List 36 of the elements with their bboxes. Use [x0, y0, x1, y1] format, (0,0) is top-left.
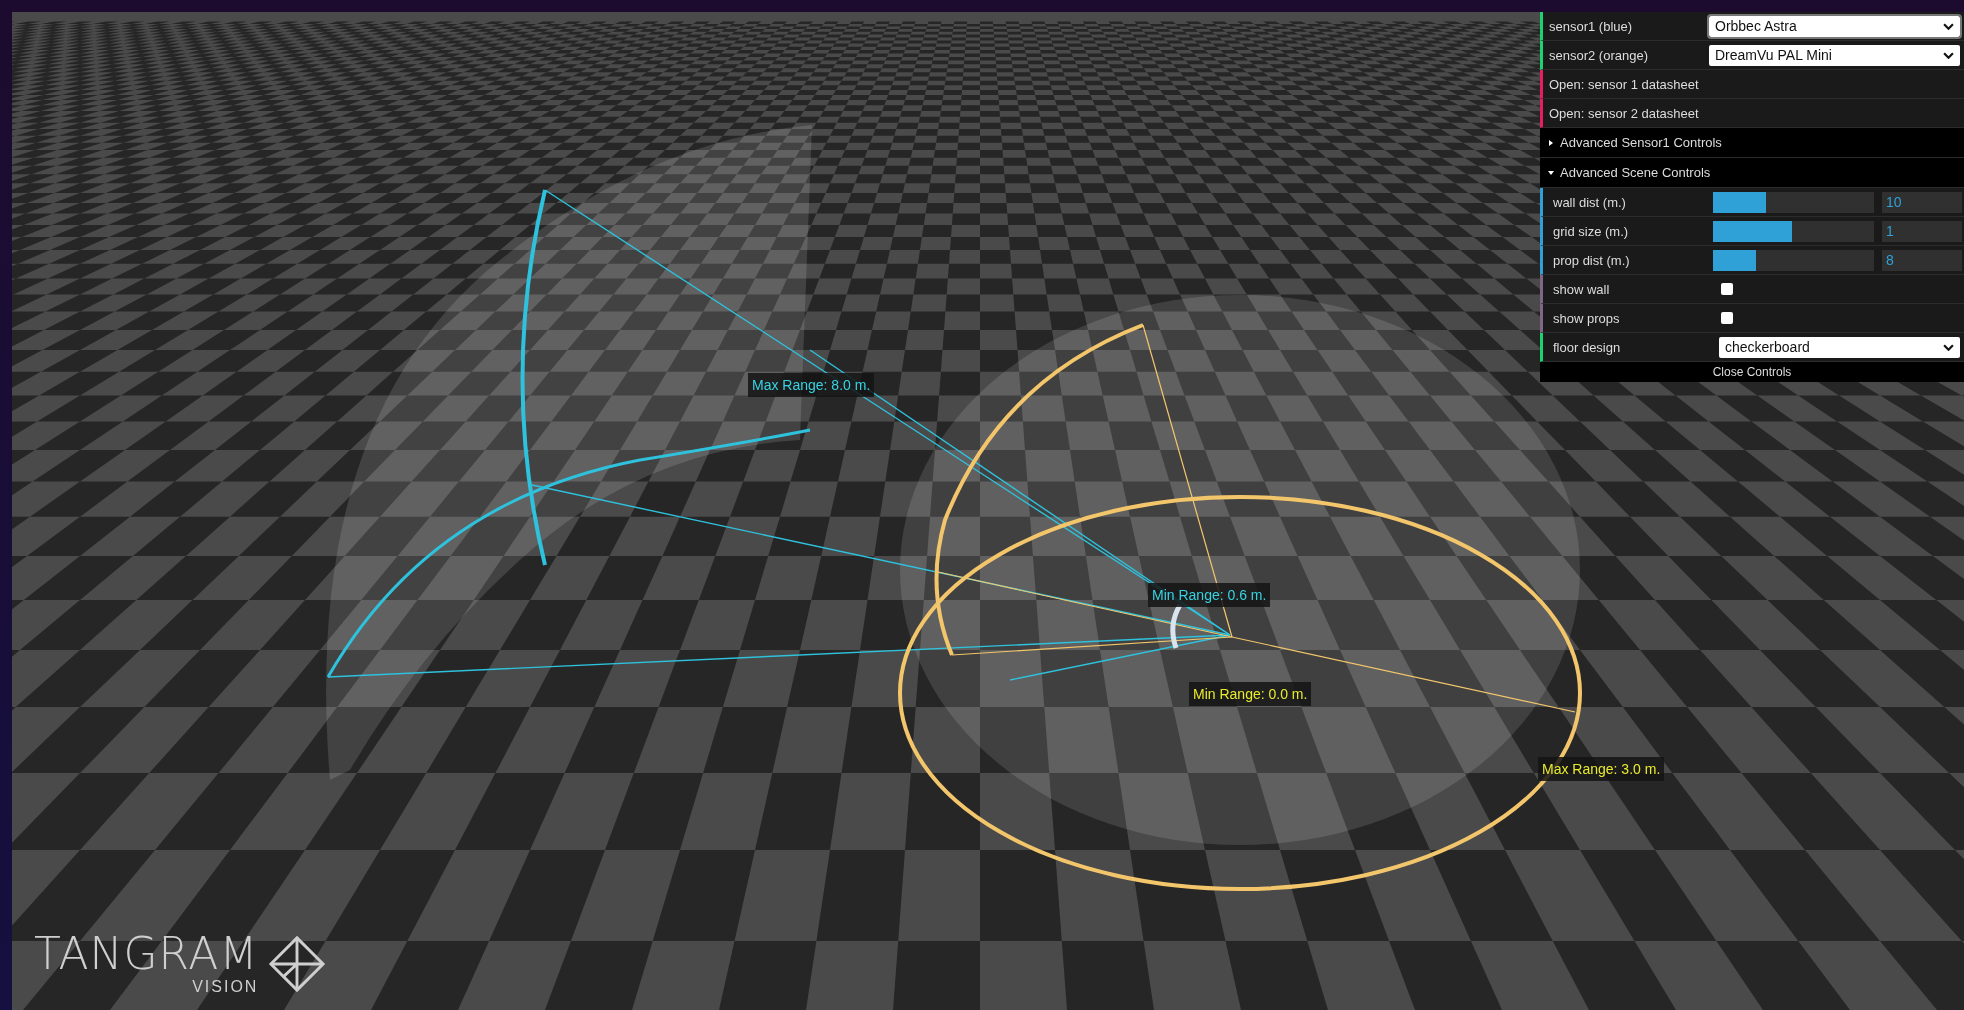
disclosure-triangle-icon [1548, 169, 1554, 176]
slider-track[interactable] [1713, 191, 1874, 213]
number-field[interactable]: 1 [1882, 220, 1962, 242]
range-label: Max Range: 3.0 m. [1538, 757, 1665, 781]
range-label: Max Range: 8.0 m. [748, 373, 875, 397]
sensor-dropdown[interactable]: DreamVu PAL Mini [1709, 44, 1960, 66]
sensor-dropdown[interactable]: Orbbec Astra [1709, 15, 1960, 37]
chevron-down-icon [1943, 22, 1954, 30]
slider-track[interactable] [1713, 249, 1874, 271]
control-label: grid size (m.) [1553, 223, 1630, 239]
chevron-down-icon [1943, 343, 1954, 351]
diamond-logo-icon [268, 935, 327, 993]
logo-wordmark: TANGRAM [34, 932, 259, 976]
control-label: show props [1553, 310, 1621, 326]
floor-design-dropdown[interactable]: checkerboard [1719, 336, 1960, 358]
logo-subtitle: VISION [192, 978, 259, 996]
checkbox[interactable] [1721, 283, 1733, 295]
disclosure-triangle-icon [1548, 139, 1554, 146]
sensor-label: sensor2 (orange) [1549, 47, 1649, 63]
datasheet-link[interactable]: Open: sensor 2 datasheet [1549, 105, 1709, 121]
control-label: prop dist (m.) [1553, 252, 1631, 268]
control-label: show wall [1553, 281, 1611, 297]
folder-header[interactable]: Advanced Scene Controls [1540, 158, 1964, 188]
close-controls-button[interactable]: Close Controls [1540, 362, 1964, 382]
range-label: Min Range: 0.0 m. [1189, 682, 1312, 706]
control-label: wall dist (m.) [1553, 194, 1627, 210]
number-field[interactable]: 8 [1882, 249, 1962, 271]
control-label: floor design [1553, 339, 1622, 355]
range-label: Min Range: 0.6 m. [1148, 583, 1271, 607]
number-field[interactable]: 10 [1882, 191, 1962, 213]
sensor-label: sensor1 (blue) [1549, 18, 1634, 34]
slider-track[interactable] [1713, 220, 1874, 242]
datasheet-link[interactable]: Open: sensor 1 datasheet [1549, 76, 1709, 92]
folder-header[interactable]: Advanced Sensor1 Controls [1540, 128, 1964, 158]
chevron-down-icon [1943, 51, 1954, 59]
checkbox[interactable] [1721, 312, 1733, 324]
